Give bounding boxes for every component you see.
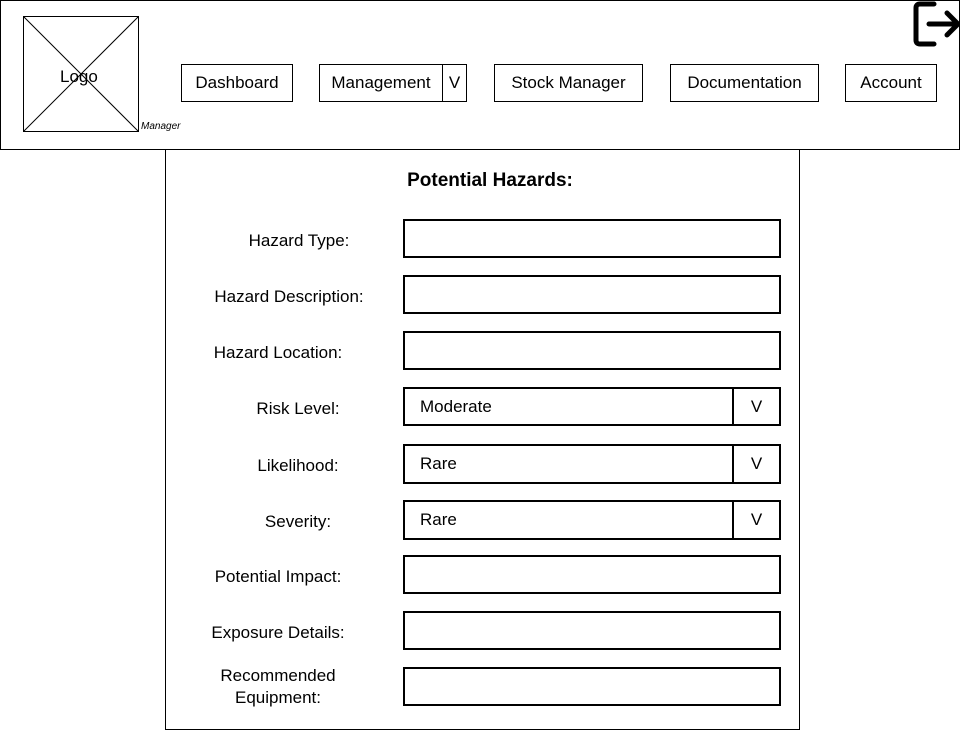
logout-icon xyxy=(913,1,960,47)
recommended-equipment-input[interactable] xyxy=(403,667,781,706)
hazard-location-input[interactable] xyxy=(403,331,781,370)
chevron-down-icon[interactable]: V xyxy=(734,502,779,538)
nav-stock-manager-button[interactable]: Stock Manager xyxy=(494,64,643,102)
likelihood-value: Rare xyxy=(405,446,734,482)
hazard-description-label: Hazard Description: xyxy=(214,287,364,306)
user-role-label: Manager xyxy=(141,121,181,132)
chevron-down-icon[interactable]: V xyxy=(443,65,466,101)
recommended-equipment-label: Recommended Equipment: xyxy=(220,666,336,707)
likelihood-label: Likelihood: xyxy=(257,456,339,475)
risk-level-label: Risk Level: xyxy=(256,399,340,418)
hazard-description-input[interactable] xyxy=(403,275,781,314)
logo-placeholder: Logo xyxy=(23,16,139,132)
risk-level-select[interactable]: Moderate V xyxy=(403,387,781,426)
form-title: Potential Hazards: xyxy=(407,170,573,191)
hazard-location-label: Hazard Location: xyxy=(213,343,343,362)
severity-value: Rare xyxy=(405,502,734,538)
chevron-down-icon[interactable]: V xyxy=(734,446,779,482)
logout-button[interactable] xyxy=(912,0,960,48)
nav-account-button[interactable]: Account xyxy=(845,64,937,102)
chevron-down-icon[interactable]: V xyxy=(734,389,779,424)
exposure-details-label: Exposure Details: xyxy=(211,623,345,642)
potential-impact-label: Potential Impact: xyxy=(214,567,342,586)
severity-select[interactable]: Rare V xyxy=(403,500,781,540)
nav-management-label: Management xyxy=(320,65,443,101)
nav-management-dropdown[interactable]: Management V xyxy=(319,64,467,102)
exposure-details-input[interactable] xyxy=(403,611,781,650)
likelihood-select[interactable]: Rare V xyxy=(403,444,781,484)
risk-level-value: Moderate xyxy=(405,389,734,424)
logo-label: Logo xyxy=(60,67,98,86)
potential-impact-input[interactable] xyxy=(403,555,781,594)
hazard-type-input[interactable] xyxy=(403,219,781,258)
nav-dashboard-button[interactable]: Dashboard xyxy=(181,64,293,102)
nav-documentation-button[interactable]: Documentation xyxy=(670,64,819,102)
severity-label: Severity: xyxy=(264,512,332,531)
hazard-type-label: Hazard Type: xyxy=(248,231,350,250)
